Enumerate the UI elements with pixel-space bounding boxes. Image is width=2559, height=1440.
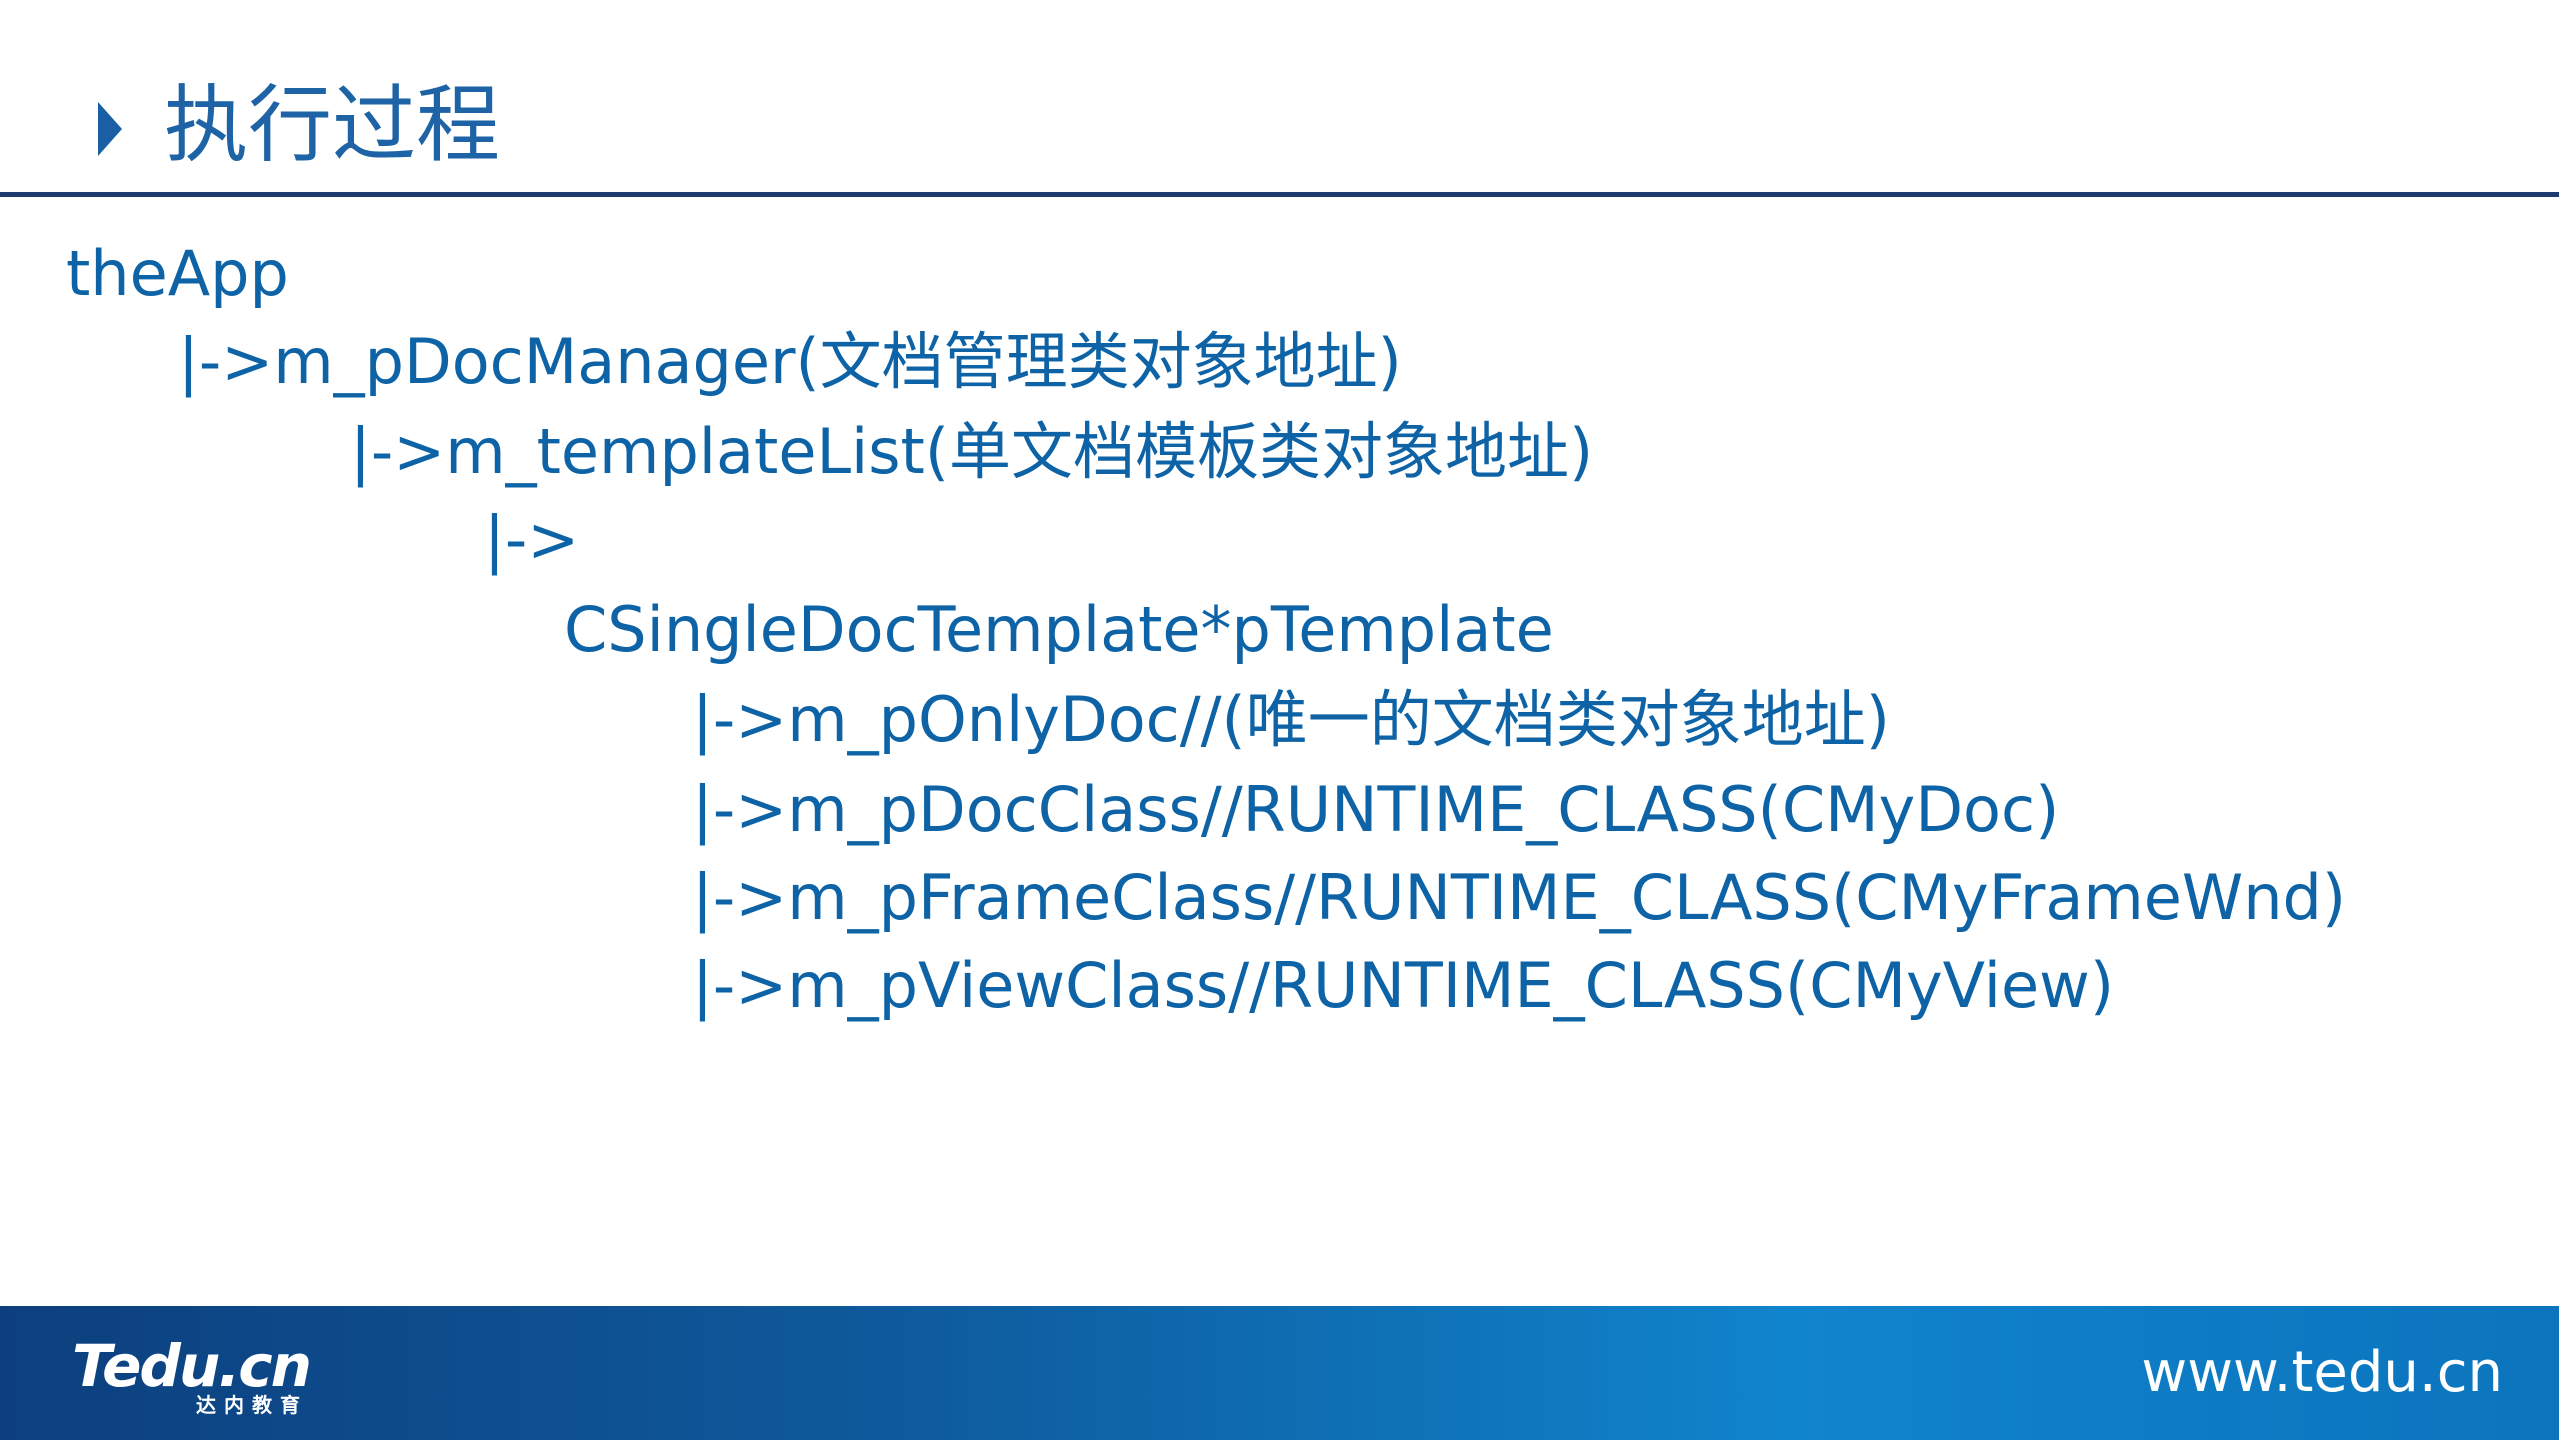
code-line-doc-manager: |->m_pDocManager(文档管理类对象地址) bbox=[178, 325, 1402, 398]
code-line-arrow: |-> bbox=[484, 503, 580, 576]
slide-body: theApp |->m_pDocManager(文档管理类对象地址) |->m_… bbox=[0, 0, 2559, 1300]
code-line-doc-class: |->m_pDocClass//RUNTIME_CLASS(CMyDoc) bbox=[692, 773, 2060, 846]
footer-bar: Tedu.cn 达内教育 www.tedu.cn bbox=[0, 1306, 2559, 1440]
code-line-single-doc-template: CSingleDocTemplate*pTemplate bbox=[564, 593, 1554, 666]
code-line-view-class: |->m_pViewClass//RUNTIME_CLASS(CMyView) bbox=[692, 949, 2115, 1022]
logo-subtitle: 达内教育 bbox=[196, 1393, 308, 1417]
code-line-only-doc: |->m_pOnlyDoc//(唯一的文档类对象地址) bbox=[692, 683, 1890, 756]
code-line-frame-class: |->m_pFrameClass//RUNTIME_CLASS(CMyFrame… bbox=[692, 861, 2347, 934]
footer-url: www.tedu.cn bbox=[2141, 1340, 2503, 1405]
code-line-theapp: theApp bbox=[66, 237, 289, 310]
logo-wordmark: Tedu.cn bbox=[72, 1332, 312, 1400]
tedu-logo: Tedu.cn 达内教育 bbox=[72, 1336, 332, 1416]
code-line-template-list: |->m_templateList(单文档模板类对象地址) bbox=[350, 415, 1594, 488]
